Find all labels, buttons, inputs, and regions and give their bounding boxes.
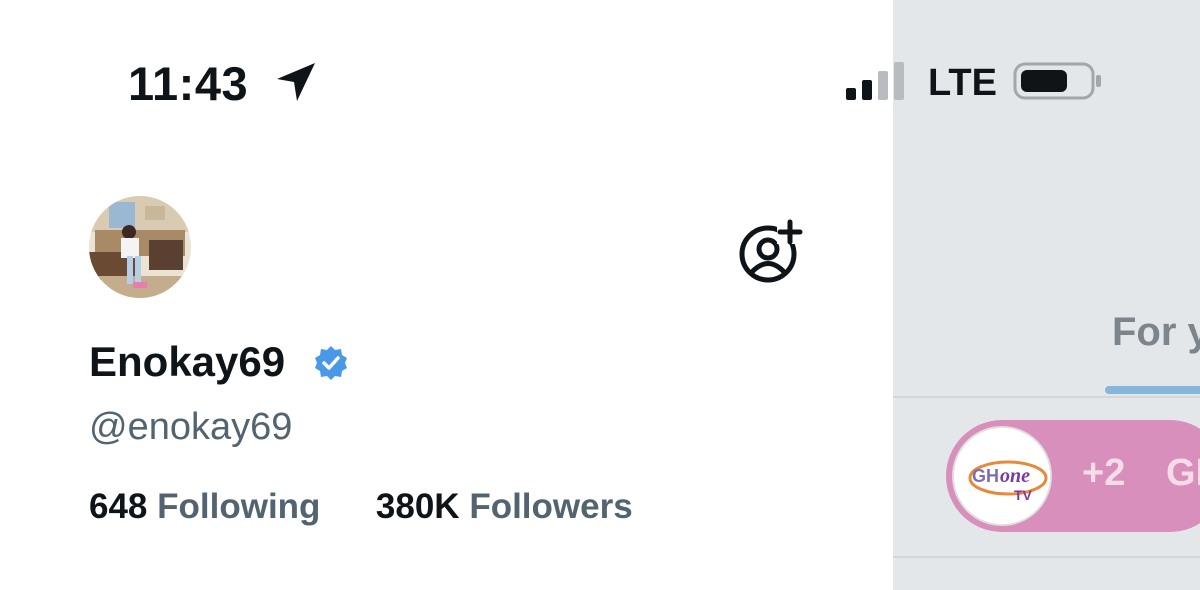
network-type: LTE (928, 62, 997, 104)
active-tab-indicator (1105, 386, 1200, 394)
followers-count: 380K (375, 487, 460, 526)
space-title: GI (1166, 452, 1200, 494)
logo-gh-text: GH (972, 466, 999, 486)
verified-badge-icon[interactable] (313, 345, 349, 381)
profile-avatar[interactable] (89, 196, 191, 298)
avatar-photo (89, 196, 191, 298)
side-drawer: 11:43 Enokay69 @enokay69 648 Following 3… (0, 0, 893, 590)
space-host-avatar: GH one TV (952, 426, 1052, 526)
divider (893, 396, 1200, 398)
live-space-banner[interactable]: GH one TV +2 GI (946, 420, 1200, 532)
followers-label: Followers (469, 487, 633, 526)
following-link[interactable]: 648 Following (89, 487, 330, 526)
logo-tv-text: TV (1014, 487, 1033, 503)
location-arrow-icon (277, 63, 315, 101)
battery-icon (1013, 62, 1101, 100)
following-count: 648 (89, 487, 148, 526)
divider (893, 556, 1200, 558)
profile-display-name[interactable]: Enokay69 (89, 338, 285, 386)
followers-link[interactable]: 380K Followers (376, 487, 633, 526)
logo-one-text: one (1000, 465, 1030, 487)
status-time: 11:43 (128, 57, 249, 110)
tab-for-you[interactable]: For y (1112, 310, 1200, 355)
profile-handle[interactable]: @enokay69 (89, 406, 292, 449)
following-label: Following (157, 487, 321, 526)
cellular-signal-icon (846, 62, 904, 100)
follow-stats: 648 Following 380K Followers (89, 487, 633, 527)
ghone-tv-logo: GH one TV (954, 428, 1050, 524)
space-listener-count: +2 (1082, 452, 1126, 494)
add-account-icon[interactable] (737, 218, 803, 284)
